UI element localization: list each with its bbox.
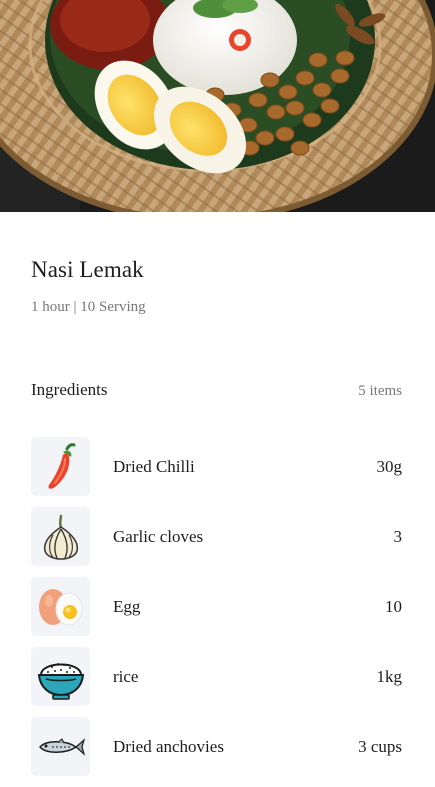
ingredient-thumbnail <box>31 647 90 706</box>
ingredient-name: rice <box>113 666 139 686</box>
ingredients-title: Ingredients <box>31 380 108 399</box>
ingredient-name: Dried anchovies <box>113 736 224 756</box>
chilli-icon <box>47 442 75 489</box>
ingredient-quantity: 1kg <box>376 666 403 686</box>
ingredient-row-egg[interactable]: Egg 10 <box>31 577 402 636</box>
ingredients-header: Ingredients 5 items <box>31 380 402 400</box>
ingredient-thumbnail <box>31 717 90 776</box>
ingredient-thumbnail <box>31 577 90 636</box>
ingredient-thumbnail <box>31 507 90 566</box>
ingredient-quantity: 3 cups <box>358 736 402 756</box>
ingredient-row-dried-chilli[interactable]: Dried Chilli 30g <box>31 437 402 496</box>
ingredient-name: Egg <box>113 596 141 616</box>
nasi-lemak-photo <box>0 0 435 212</box>
ingredient-quantity: 30g <box>376 456 403 476</box>
garlic-icon <box>43 514 78 560</box>
ingredient-row-dried-anchovies[interactable]: Dried anchovies 3 cups <box>31 717 402 776</box>
ingredient-list: Dried Chilli 30g Garlic cloves 3 Egg 10 … <box>31 437 402 787</box>
ingredient-quantity: 3 <box>393 526 403 546</box>
ingredient-quantity: 10 <box>385 596 402 616</box>
recipe-title: Nasi Lemak <box>31 257 144 282</box>
rice-bowl-icon <box>37 662 84 700</box>
ingredient-row-rice[interactable]: rice 1kg <box>31 647 402 706</box>
egg-icon <box>38 588 82 625</box>
ingredient-name: Garlic cloves <box>113 526 204 546</box>
ingredient-row-garlic-cloves[interactable]: Garlic cloves 3 <box>31 507 402 566</box>
ingredient-thumbnail <box>31 437 90 496</box>
ingredients-count: 5 items <box>358 383 402 399</box>
hero-image <box>0 0 435 212</box>
ingredient-name: Dried Chilli <box>113 456 195 476</box>
recipe-meta: 1 hour | 10 Serving <box>31 299 146 315</box>
anchovy-icon <box>38 737 85 756</box>
